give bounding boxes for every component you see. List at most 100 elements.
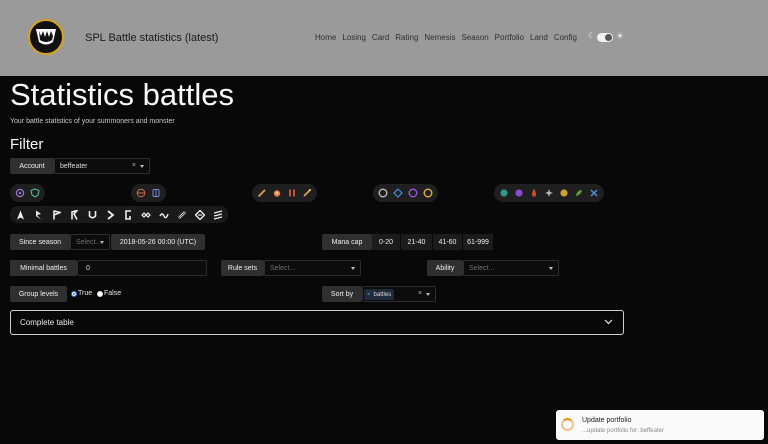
monster-icon[interactable] — [135, 187, 147, 199]
chevron-down-icon[interactable] — [426, 293, 430, 296]
loading-spinner-icon — [561, 418, 574, 431]
cup-ability-icon[interactable] — [86, 209, 98, 221]
diamond-ability-icon[interactable] — [194, 209, 206, 221]
chevron-down-icon — [604, 319, 613, 325]
neutral-ring-icon[interactable] — [377, 187, 389, 199]
group-levels-false-label: False — [104, 290, 122, 297]
double-strike-ability-icon[interactable] — [32, 209, 44, 221]
rarity-filter-group — [10, 184, 45, 202]
death-icon[interactable] — [513, 187, 525, 199]
mana-cap-option-61-999[interactable]: 61-999 — [463, 234, 493, 250]
sort-by-label: Sort by — [322, 286, 362, 302]
splinter-filter-group — [494, 184, 604, 202]
sort-by-tag-label: battles — [373, 291, 392, 298]
element-filter-group — [373, 184, 438, 202]
site-title[interactable]: SPL Battle statistics (latest) — [85, 32, 218, 44]
rule-sets-select[interactable]: Select... — [264, 260, 361, 276]
group-levels-false-radio[interactable]: False — [97, 290, 121, 297]
fire-splinter-icon[interactable] — [528, 187, 540, 199]
theme-toggle[interactable] — [597, 33, 613, 42]
life-icon[interactable] — [573, 187, 585, 199]
moon-icon: ☾ — [588, 31, 596, 40]
nav-config[interactable]: Config — [554, 33, 577, 42]
earth-icon[interactable] — [558, 187, 570, 199]
fire-icon[interactable] — [271, 187, 283, 199]
account-label: Account — [10, 158, 54, 174]
remove-tag-icon[interactable]: × — [367, 292, 371, 298]
ability-label: Ability — [427, 260, 463, 276]
since-season-select[interactable]: Select... — [70, 234, 110, 250]
mana-cap-option-21-40[interactable]: 21-40 — [401, 234, 432, 250]
rule-sets-label: Rule sets — [221, 260, 264, 276]
hook-ability-icon[interactable] — [122, 209, 134, 221]
group-levels-true-label: True — [78, 290, 93, 297]
nav-season[interactable]: Season — [462, 33, 489, 42]
ability-icons-row — [10, 206, 228, 223]
nav-land[interactable]: Land — [530, 33, 548, 42]
page-subtitle: Your battle statistics of your summoners… — [10, 118, 175, 125]
gold-ring-icon[interactable] — [422, 187, 434, 199]
since-season-label: Since season — [10, 234, 70, 250]
attack-filter-group — [252, 184, 317, 202]
sort-by-tag: × battles — [364, 289, 395, 300]
sun-icon: ☀ — [616, 31, 625, 41]
wave-ability-icon[interactable] — [140, 209, 152, 221]
card-type-filter-group — [131, 184, 166, 202]
ripple-ability-icon[interactable] — [158, 209, 170, 221]
summoner-icon[interactable] — [150, 187, 162, 199]
ranged-icon[interactable] — [286, 187, 298, 199]
toast-message: ...update portfolio for: beffeater — [582, 428, 664, 434]
radio-icon — [97, 290, 103, 297]
page-title: Statistics battles — [10, 77, 234, 112]
update-toast: Update portfolio ...update portfolio for… — [556, 410, 764, 440]
since-date-field[interactable]: 2018-05-26 00:00 (UTC) — [111, 234, 205, 250]
nav-portfolio[interactable]: Portfolio — [495, 33, 524, 42]
logo-icon[interactable] — [28, 19, 64, 55]
nav-home[interactable]: Home — [315, 33, 336, 42]
water-cross-icon[interactable] — [588, 187, 600, 199]
crosshair-icon[interactable] — [14, 187, 26, 199]
main-nav: Home Losing Card Rating Nemesis Season P… — [315, 33, 583, 42]
minimal-battles-label: Minimal battles — [10, 260, 77, 276]
header-bar: SPL Battle statistics (latest) Home Losi… — [0, 0, 768, 76]
flag-ability-icon[interactable] — [50, 209, 62, 221]
group-levels-true-radio[interactable]: True — [71, 290, 92, 297]
chevron-down-icon[interactable] — [549, 267, 553, 270]
mana-cap-option-0-20[interactable]: 0-20 — [372, 234, 400, 250]
accordion-label: Complete table — [20, 318, 74, 327]
radio-selected-icon — [71, 290, 77, 297]
ability-select[interactable]: Select... — [463, 260, 559, 276]
nav-rating[interactable]: Rating — [395, 33, 418, 42]
chevron-ability-icon[interactable] — [104, 209, 116, 221]
toast-title: Update portfolio — [582, 417, 632, 424]
clear-icon[interactable]: × — [132, 162, 136, 169]
nav-nemesis[interactable]: Nemesis — [424, 33, 455, 42]
minimal-battles-input[interactable]: 0 — [77, 260, 207, 276]
link-ability-icon[interactable] — [176, 209, 188, 221]
arrow-up-ability-icon[interactable] — [14, 209, 26, 221]
ability-placeholder: Select... — [469, 264, 495, 272]
chevron-down-icon[interactable] — [140, 165, 144, 168]
chevron-down-icon[interactable] — [100, 241, 104, 244]
melee-icon[interactable] — [256, 187, 268, 199]
magic-icon[interactable] — [301, 187, 313, 199]
shield-icon[interactable] — [29, 187, 41, 199]
account-select[interactable]: beffeater × — [54, 158, 150, 174]
reach-ability-icon[interactable] — [68, 209, 80, 221]
filter-heading: Filter — [10, 136, 44, 153]
shatter-ability-icon[interactable] — [212, 209, 224, 221]
chevron-down-icon[interactable] — [351, 267, 355, 270]
since-season-placeholder: Select... — [76, 238, 102, 246]
group-levels-label: Group levels — [10, 286, 67, 302]
nav-card[interactable]: Card — [372, 33, 389, 42]
nav-losing[interactable]: Losing — [342, 33, 366, 42]
death-ring-icon[interactable] — [407, 187, 419, 199]
dragon-icon[interactable] — [543, 187, 555, 199]
clear-icon[interactable]: × — [418, 290, 422, 297]
complete-table-accordion[interactable]: Complete table — [10, 310, 624, 335]
water-icon[interactable] — [498, 187, 510, 199]
mana-cap-label: Mana cap — [322, 234, 372, 250]
rule-sets-placeholder: Select... — [270, 264, 296, 272]
mana-cap-option-41-60[interactable]: 41-60 — [433, 234, 462, 250]
water-diamond-icon[interactable] — [392, 187, 404, 199]
